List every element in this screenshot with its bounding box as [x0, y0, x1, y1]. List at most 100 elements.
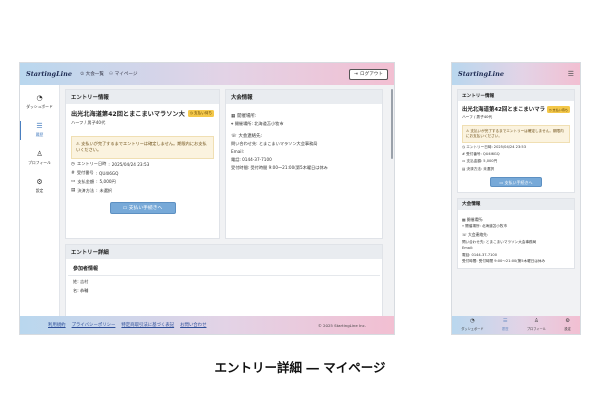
receipt-number-row: # 受付番号: QU4l6GQ [71, 170, 119, 176]
field-label: エントリー日時 [77, 161, 107, 167]
nav-mypage[interactable]: ⚇ マイページ [109, 71, 138, 78]
status-badge: ◷ 支払い待ち [546, 105, 570, 113]
logout-label: ログアウト [360, 72, 383, 77]
pay-button[interactable]: ▭ 支払い手続きへ [490, 176, 542, 187]
card-icon: ▭ [71, 179, 76, 185]
scrollbar[interactable] [391, 89, 393, 159]
contact-email: Email: [231, 149, 245, 154]
contact-label-text: 大会連絡先: [238, 134, 262, 139]
menu-icon[interactable]: ☰ [568, 70, 574, 78]
event-title-text: 出光北海道第42回とまこまいマラ [462, 107, 545, 113]
user-icon: ⚇ [109, 71, 114, 77]
mobile-header: StartingLine ☰ [452, 63, 580, 85]
logout-icon: ⇥ [354, 71, 359, 77]
mobile-screen: StartingLine ☰ エントリー情報 出光北海道第42回とまこまいマラ … [451, 62, 581, 335]
field-value: QU4l6GQ [99, 170, 119, 176]
footer-link-privacy[interactable]: プライバシーポリシー [72, 322, 116, 328]
field-label: 名 [73, 288, 78, 293]
contact-icon: ☏ [231, 133, 237, 139]
field-value: 5,000円 [99, 178, 116, 184]
hash-icon: # [71, 170, 75, 176]
entry-info-card: エントリー情報 出光北海道第42回とまこまいマラソン大 ◷ 支払い待ち ハーフ … [65, 89, 220, 239]
contact-hours: 受付時間: 受付時間 9:00～21:00(第5木曜日は休み [231, 165, 328, 170]
footer-link-contact[interactable]: お問い合わせ [180, 322, 206, 328]
entry-detail-card: エントリー詳細 参加者情報 姓: 吉村 名: 恭輔 [65, 244, 383, 316]
venue-label: ▦ 開催場所: [462, 216, 484, 222]
sidebar-item-settings[interactable]: ⚙ 設定 [20, 179, 59, 194]
nav-event-list[interactable]: ♔ 大会一覧 [80, 71, 104, 78]
app-logo[interactable]: StartingLine [458, 70, 504, 78]
footer-link-commerce[interactable]: 特定商取引法に基づく表記 [121, 322, 174, 328]
field-label: 支払金額 [466, 159, 481, 164]
pay-button-label: 支払い手続きへ [504, 179, 533, 185]
entry-info-heading: エントリー情報 [66, 90, 219, 104]
clock-icon: ◷ [71, 161, 76, 167]
mobile-entry-info-card: エントリー情報 出光北海道第42回とまこまいマラ ◷ 支払い待ち ハーフ / 男… [457, 89, 575, 193]
field-value: 2025/04/24 23:53 [493, 145, 527, 150]
tab-profile[interactable]: ♙ プロフィール [526, 318, 546, 331]
desktop-body: ◔ ダッシュボード ☰ 履歴 ♙ プロフィール ⚙ 設定 エントリー情報 出光北… [20, 85, 394, 316]
gear-icon: ⚙ [36, 178, 43, 186]
copyright: © 2025 StartingLine Inc. [317, 322, 366, 328]
event-category: ハーフ / 男子40代 [71, 119, 106, 125]
contact-phone: 電話: 0144-37-7100 [462, 252, 497, 257]
contact-email: Email: [462, 246, 474, 251]
field-label: 決済方法 [466, 166, 481, 171]
entry-datetime-row: ◷ エントリー日時: 2025/04/24 23:53 [462, 145, 527, 150]
pay-button[interactable]: ▭ 支払い手続きへ [109, 201, 176, 214]
footer-link-terms[interactable]: 利用規約 [48, 322, 66, 328]
field-label: エントリー日時 [466, 145, 492, 150]
person-icon: ♙ [36, 150, 43, 158]
contact-line: 問い合わせ先: とまこまいマラソン大会事務局 [462, 239, 537, 244]
event-title-text: 出光北海道第42回とまこまいマラソン大 [71, 111, 185, 118]
venue-value-text: 開催場所: 北海道苫小牧市 [234, 121, 284, 126]
field-value: 5,000円 [483, 159, 498, 164]
sidebar-item-profile[interactable]: ♙ プロフィール [20, 151, 59, 166]
event-info-heading: 大会情報 [226, 90, 382, 104]
sidebar-item-label: 履歴 [35, 132, 44, 137]
mobile-event-info-card: 大会情報 ▦ 開催場所: ⌖ 開催場所: 北海道苫小牧市 ☏ 大会連絡先: 問い… [457, 197, 575, 270]
pin-icon: ⌖ [231, 121, 234, 126]
payment-warning-text: 支払いが完了するまでエントリーは確定しません。期限内にお支払いください。 [466, 128, 564, 138]
field-label: 受付番号 [76, 170, 94, 176]
field-value: 未選択 [99, 187, 113, 193]
event-title: 出光北海道第42回とまこまいマラソン大 ◷ 支払い待ち [71, 109, 214, 118]
dashboard-icon: ◔ [36, 94, 43, 102]
receipt-number-row: # 受付番号: QU4l6GQ [462, 152, 500, 157]
sidebar-item-history[interactable]: ☰ 履歴 [20, 121, 59, 140]
tab-label: 履歴 [502, 326, 509, 331]
app-logo[interactable]: StartingLine [26, 70, 72, 78]
event-info-card: 大会情報 ▦ 開催場所: ⌖ 開催場所: 北海道苫小牧市 ☏ 大会連絡先: 問い合わ… [225, 89, 383, 239]
top-nav: ♔ 大会一覧 ⚇ マイページ [80, 71, 138, 78]
participant-heading: 参加者情報 [68, 259, 380, 276]
tab-dashboard[interactable]: ◔ ダッシュボード [461, 318, 483, 331]
field-label: 支払金額 [77, 178, 95, 184]
dashboard-icon: ◔ [470, 318, 475, 325]
payment-method-row: ▤ 決済方法: 未選択 [71, 187, 113, 194]
list-icon: ☰ [36, 122, 43, 130]
entry-datetime-row: ◷ エントリー日時:2025/04/24 23:53 [71, 161, 150, 167]
payment-method-row: ▤ 決済方法: 未選択 [462, 166, 495, 171]
building-icon: ▦ [231, 113, 236, 119]
footer: 利用規約 プライバシーポリシー 特定商取引法に基づく表記 お問い合わせ © 20… [20, 316, 394, 334]
contact-label: ☏ 大会連絡先: [231, 133, 377, 140]
person-icon: ♙ [534, 318, 539, 325]
desktop-screen: StartingLine ♔ 大会一覧 ⚇ マイページ ⇥ ログアウト ◔ ダッシュボ… [19, 62, 395, 335]
venue-value: ⌖ 開催場所: 北海道苫小牧市 [462, 224, 508, 229]
tab-label: プロフィール [526, 326, 546, 331]
sidebar-item-dashboard[interactable]: ◔ ダッシュボード [20, 95, 59, 110]
payment-warning: ⚠ 支払いが完了するまでエントリーは確定しません。期限内にお支払いください。 [462, 124, 570, 143]
entry-detail-heading: エントリー詳細 [66, 245, 382, 259]
contact-line: 問い合わせ先: とまこまいマラソン大会事務局 [231, 141, 318, 146]
main-content: エントリー情報 出光北海道第42回とまこまいマラソン大 ◷ 支払い待ち ハーフ … [60, 85, 394, 316]
field-value: 2025/04/24 23:53 [111, 161, 150, 167]
venue-label: ▦ 開催場所: [231, 113, 377, 120]
logout-button[interactable]: ⇥ ログアウト [349, 68, 388, 80]
tab-settings[interactable]: ⚙ 設定 [564, 318, 570, 331]
card-icon: ▭ [122, 205, 128, 211]
sidebar-item-label: プロフィール [28, 160, 51, 165]
tab-history[interactable]: ☰ 履歴 [502, 319, 509, 331]
top-header: StartingLine ♔ 大会一覧 ⚇ マイページ ⇥ ログアウト [20, 63, 394, 85]
gear-icon: ⚙ [565, 318, 570, 325]
sidebar-item-label: ダッシュボード [26, 104, 53, 109]
